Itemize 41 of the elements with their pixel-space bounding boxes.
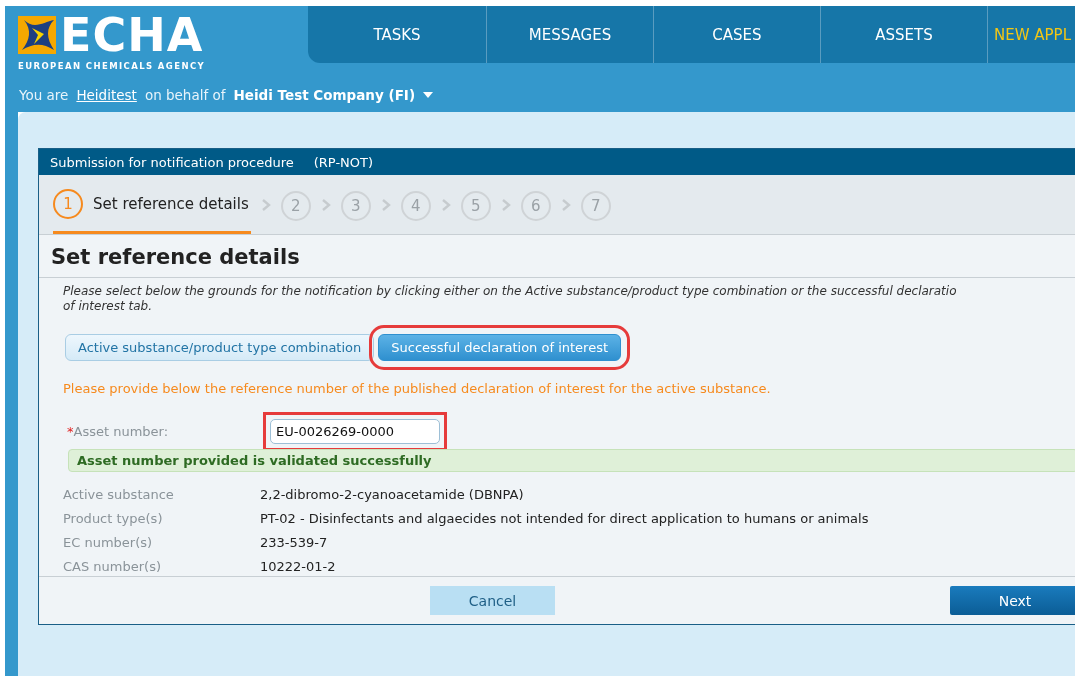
next-button[interactable]: Next: [950, 586, 1075, 616]
company-name: Heidi Test Company (FI): [233, 87, 416, 103]
field-label: Asset number:: [73, 424, 169, 440]
user-middle: on behalf of: [144, 87, 226, 103]
user-link[interactable]: Heiditest: [76, 87, 137, 103]
page-heading: Set reference details: [51, 245, 301, 270]
caret-icon[interactable]: [423, 92, 434, 98]
panel-title: Submission for notification procedure: [50, 154, 294, 170]
logo-subtitle: EUROPEAN CHEMICALS AGENCY: [18, 61, 206, 71]
ground-tab[interactable]: Active substance/product type combination: [65, 334, 375, 362]
user-prefix: You are: [19, 87, 69, 103]
required-mark: *: [67, 424, 74, 440]
detail-value: 233-539-7: [260, 534, 329, 553]
detail-value: PT-02 - Disinfectants and algaecides not intended for direct application to humans or animals: [260, 510, 869, 529]
logo-icon: [18, 16, 56, 54]
instruction-text: Please select below the grounds for the notification by clicking either on the Active substance/product type combination or the successful declaratio: [63, 284, 958, 300]
detail-value: 10222-01-2: [260, 558, 337, 577]
chevron-icon: [560, 198, 571, 211]
nav-tab[interactable]: ASSETS: [820, 6, 987, 63]
detail-label: CAS number(s): [63, 558, 162, 577]
chevron-icon: [440, 198, 451, 211]
asset-number-field[interactable]: EU-0026269-0000: [270, 419, 440, 445]
detail-label: EC number(s): [63, 534, 154, 553]
wizard-step[interactable]: 1 Set reference details: [53, 175, 251, 235]
chevron-icon: [320, 198, 331, 211]
success-message: Asset number provided is validated successfully: [68, 449, 1075, 473]
logo-wordmark: ECHA: [60, 12, 204, 58]
detail-label: Active substance: [63, 486, 175, 505]
chevron-icon: [260, 198, 271, 211]
detail-label: Product type(s): [63, 510, 164, 529]
nav-tab[interactable]: TASKS: [308, 6, 486, 63]
nav-tab[interactable]: CASES: [653, 6, 820, 63]
panel-code: (RP-NOT): [313, 154, 374, 170]
nav-tab[interactable]: MESSAGES: [486, 6, 653, 63]
cancel-button[interactable]: Cancel: [430, 586, 555, 616]
chevron-icon: [380, 198, 391, 211]
instruction-text: of interest tab.: [63, 299, 153, 315]
notice-text: Please provide below the reference number of the published declaration of interest for the active substance.: [63, 381, 772, 397]
chevron-icon: [500, 198, 511, 211]
detail-value: 2,2-dibromo-2-cyanoacetamide (DBNPA): [260, 486, 525, 505]
nav-tab[interactable]: NEW APPL: [987, 6, 1075, 63]
